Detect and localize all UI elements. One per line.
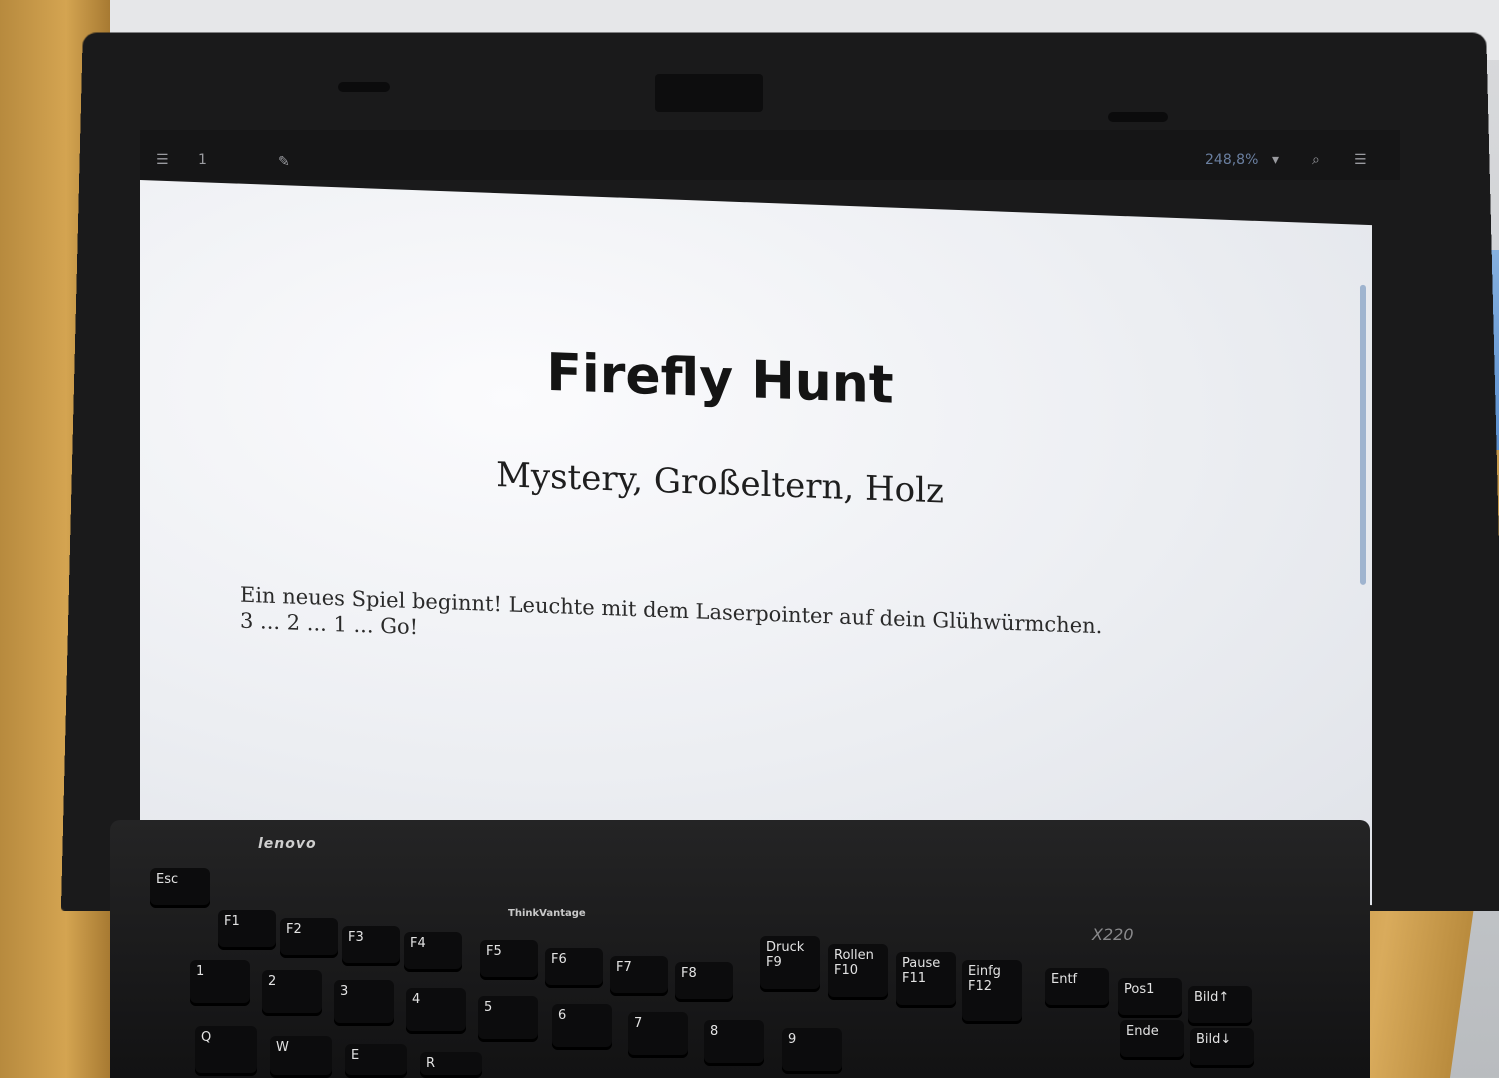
key-7[interactable]: 7 — [628, 1012, 688, 1058]
key-9[interactable]: 9 — [782, 1028, 842, 1074]
page-number[interactable]: 1 — [198, 152, 207, 168]
document-body: Ein neues Spiel beginnt! Leuchte mit dem… — [240, 582, 1240, 671]
viewer-toolbar: ☰ 1 ✎ 248,8% ▾ ⌕ ☰ — [140, 130, 1400, 180]
zoom-level[interactable]: 248,8% — [1205, 152, 1258, 168]
key-6[interactable]: 6 — [552, 1004, 612, 1050]
key-pos1[interactable]: Pos1 — [1118, 978, 1182, 1018]
key-f6[interactable]: F6 — [545, 948, 603, 988]
key-4[interactable]: 4 — [406, 988, 466, 1034]
search-icon[interactable]: ⌕ — [1312, 152, 1320, 168]
key-2[interactable]: 2 — [262, 970, 322, 1016]
webcam-notch — [655, 74, 763, 112]
key-einfg[interactable]: Einfg F12 — [962, 960, 1022, 1024]
key-f8[interactable]: F8 — [675, 962, 733, 1002]
sidebar-menu-icon[interactable]: ☰ — [156, 152, 169, 168]
hamburger-menu-icon[interactable]: ☰ — [1354, 152, 1367, 168]
key-q[interactable]: Q — [195, 1026, 257, 1076]
key-5[interactable]: 5 — [478, 996, 538, 1042]
document-title: Firefly Hunt — [546, 342, 894, 416]
chevron-down-icon[interactable]: ▾ — [1272, 152, 1279, 168]
scrollbar[interactable] — [1360, 284, 1366, 585]
key-f1[interactable]: F1 — [218, 910, 276, 950]
key-ende[interactable]: Ende — [1120, 1020, 1184, 1060]
key-f2[interactable]: F2 — [280, 918, 338, 958]
key-f3[interactable]: F3 — [342, 926, 400, 966]
key-rollen[interactable]: Rollen F10 — [828, 944, 888, 1000]
key-f5[interactable]: F5 — [480, 940, 538, 980]
lid-latch-left — [338, 82, 390, 92]
key-f4[interactable]: F4 — [404, 932, 462, 972]
key-r[interactable]: R — [420, 1052, 482, 1078]
key-f7[interactable]: F7 — [610, 956, 668, 996]
document-page: Firefly Hunt Mystery, Großeltern, Holz E… — [140, 180, 1372, 906]
model-label: X220 — [1092, 925, 1134, 944]
key-entf[interactable]: Entf — [1045, 968, 1109, 1008]
key-8[interactable]: 8 — [704, 1020, 764, 1066]
key-bild-up[interactable]: Bild↑ — [1188, 986, 1252, 1026]
key-1[interactable]: 1 — [190, 960, 250, 1006]
key-esc[interactable]: Esc — [150, 868, 210, 908]
key-e[interactable]: E — [345, 1044, 407, 1078]
key-3[interactable]: 3 — [334, 980, 394, 1026]
thinkvantage-button[interactable]: ThinkVantage — [508, 908, 586, 919]
key-druck[interactable]: Druck F9 — [760, 936, 820, 992]
lid-latch-right — [1108, 112, 1168, 122]
document-subtitle: Mystery, Großeltern, Holz — [496, 455, 944, 512]
key-w[interactable]: W — [270, 1036, 332, 1078]
key-pause[interactable]: Pause F11 — [896, 952, 956, 1008]
key-bild-down[interactable]: Bild↓ — [1190, 1028, 1254, 1068]
brand-logo: lenovo — [258, 836, 317, 852]
pencil-icon[interactable]: ✎ — [278, 154, 290, 170]
